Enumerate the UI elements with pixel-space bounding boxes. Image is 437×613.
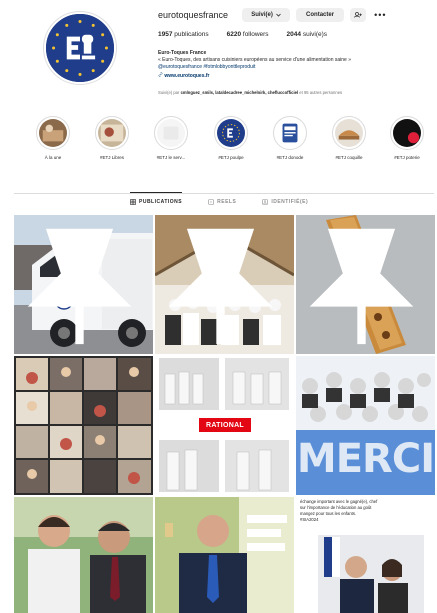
profile-tabs: PUBLICATIONS REELS IDENTIFIÉ(E) (130, 192, 308, 205)
pinned-post-icon (168, 228, 273, 345)
euro-toques-logo (46, 14, 114, 82)
tabs-divider (14, 193, 434, 194)
grid-icon (130, 199, 136, 205)
rational-banner-text: RATIONAL (205, 421, 245, 429)
profile-display-name: Euro-Toques France (158, 50, 207, 56)
followers-count: 6220 (226, 31, 242, 38)
post-thumbnail[interactable] (155, 497, 294, 613)
profile-header: eurotoquesfrance Suivi(e) Contacter ••• … (0, 0, 437, 108)
profile-bio-tags[interactable]: @eurotoquesfrance #fotmlobbyonttleprodui… (158, 64, 428, 71)
tab-label: REELS (217, 199, 237, 205)
tab-label: PUBLICATIONS (139, 199, 183, 205)
followed-by-suffix: et 95 autres personnes (299, 90, 343, 95)
profile-stats: 1957 publications 6220 followers 2044 su… (158, 31, 327, 38)
post-image (14, 356, 153, 495)
followers-stat[interactable]: 6220 followers (227, 31, 269, 38)
profile-website-row: www.eurotoques.fr (158, 71, 428, 80)
highlight-etj-le-serv[interactable]: #ETJ le serv... (148, 116, 194, 160)
following-count: 2044 (286, 31, 302, 38)
highlight-cover (390, 116, 424, 150)
post-thumbnail[interactable]: RATIONAL (155, 356, 294, 495)
profile-website-link[interactable]: www.eurotoques.fr (164, 73, 209, 79)
highlight-label: #ETJ poulpe (218, 155, 244, 160)
posts-label: publications (174, 31, 209, 38)
followed-by-names: cmlnguez_smils, lataldecadree_michelnirk… (180, 90, 299, 95)
tab-tagged[interactable]: IDENTIFIÉ(E) (262, 196, 308, 205)
posts-stat[interactable]: 1957 publications (158, 31, 209, 38)
post-thumbnail[interactable]: MERCI (296, 356, 435, 495)
link-icon (158, 71, 163, 77)
highlight-label: #ETJ coquille (335, 155, 363, 160)
tagged-user-icon (262, 199, 269, 205)
profile-avatar[interactable] (44, 12, 116, 84)
highlight-cover (95, 116, 129, 150)
highlight-cover (154, 116, 188, 150)
highlight-cover (332, 116, 366, 150)
highlight-etj-poulpe[interactable]: #ETJ poulpe (208, 116, 254, 160)
reels-icon (208, 199, 214, 205)
post-thumbnail[interactable] (14, 215, 153, 354)
highlight-cover (273, 116, 307, 150)
more-options-icon[interactable]: ••• (374, 10, 386, 20)
highlight-etj-donode[interactable]: #ETJ donode (267, 116, 313, 160)
posts-grid: RATIONAL MERCI échange important avec le… (14, 215, 435, 613)
merci-text: MERCI (296, 436, 435, 482)
suggest-users-button[interactable] (350, 8, 367, 22)
profile-username: eurotoquesfrance (158, 10, 229, 20)
profile-bio: Euro-Toques France « Euro-Toques, des ar… (158, 50, 428, 80)
post-thumbnail[interactable] (14, 356, 153, 495)
highlight-label: #ETJ poterie (394, 155, 420, 160)
highlight-label: À la une (44, 155, 62, 160)
followers-label: followers (242, 31, 269, 38)
following-stat[interactable]: 2044 suivi(e)s (287, 31, 327, 38)
tab-label: IDENTIFIÉ(E) (271, 199, 309, 205)
highlight-label: #ETJ le serv... (156, 155, 186, 160)
following-label: suivi(e)s (302, 31, 328, 38)
followed-by-prefix: Suivi(e) par (158, 90, 180, 95)
post-thumbnail[interactable]: échange important avec le gagné(e), chef… (296, 497, 435, 613)
posts-count: 1957 (158, 31, 173, 38)
followed-by[interactable]: Suivi(e) par cmlnguez_smils, lataldecadr… (158, 90, 433, 95)
post-thumbnail[interactable] (155, 215, 294, 354)
post-image (155, 497, 294, 613)
contact-label: Contacter (306, 12, 335, 18)
profile-bio-line: « Euro-Toques, des artisans cuisiniers e… (158, 57, 352, 64)
post-image (318, 535, 424, 613)
highlight-etj-poterie[interactable]: #ETJ poterie (384, 116, 430, 160)
pinned-post-icon (309, 228, 414, 345)
highlight-cover (36, 116, 70, 150)
highlight-a-la-une[interactable]: À la une (30, 116, 76, 160)
post-thumbnail[interactable] (296, 215, 435, 354)
tab-reels[interactable]: REELS (208, 196, 236, 205)
post-image (14, 497, 153, 613)
contact-button[interactable]: Contacter (296, 8, 345, 22)
pinned-post-icon (27, 228, 132, 345)
highlight-etj-coquille[interactable]: #ETJ coquille (326, 116, 372, 160)
profile-top-row: eurotoquesfrance Suivi(e) Contacter ••• (158, 7, 387, 23)
follow-status-button[interactable]: Suivi(e) (242, 8, 291, 22)
chevron-down-icon (276, 13, 281, 17)
highlight-cover (214, 116, 248, 150)
highlight-label: #ETJ Libres (99, 155, 124, 160)
highlight-label: #ETJ donode (276, 155, 304, 160)
add-user-icon (354, 12, 362, 18)
highlight-etj-libres[interactable]: #ETJ Libres (89, 116, 135, 160)
story-highlights: À la une #ETJ Libres #ETJ le serv... #ET… (22, 116, 432, 176)
post-thumbnail[interactable] (14, 497, 153, 613)
tab-publications[interactable]: PUBLICATIONS (130, 192, 183, 205)
follow-status-label: Suivi(e) (251, 12, 273, 18)
